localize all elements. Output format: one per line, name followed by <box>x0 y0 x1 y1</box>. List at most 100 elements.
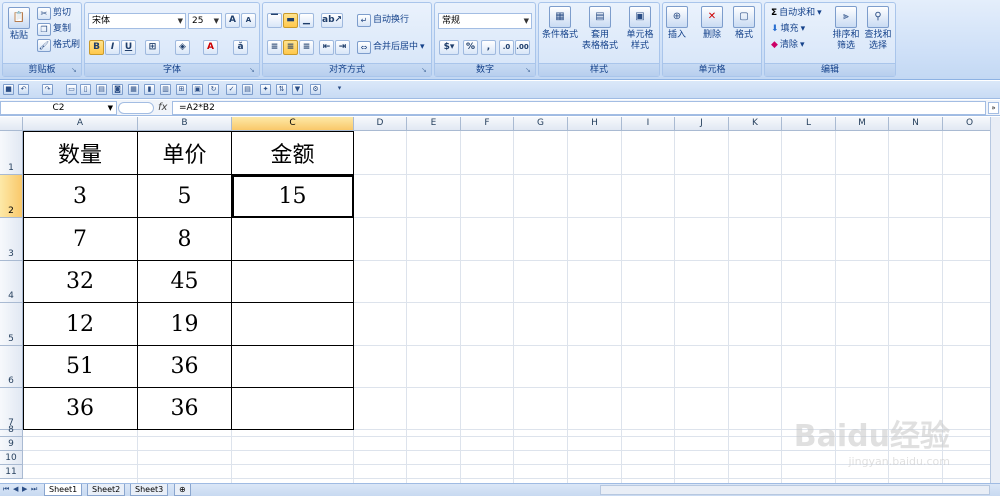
phonetic-button[interactable]: ǎ <box>233 40 248 55</box>
insert-sheet-icon[interactable]: ⊕ <box>174 484 191 496</box>
data-cell[interactable]: 3 <box>23 175 138 218</box>
image-icon[interactable]: ▣ <box>192 84 203 95</box>
data-cell[interactable]: 36 <box>138 388 232 430</box>
header-cell[interactable]: 数量 <box>23 131 138 175</box>
row-header-6[interactable]: 6 <box>0 346 23 388</box>
sort-icon[interactable]: ⇅ <box>276 84 287 95</box>
row-header-11[interactable]: 11 <box>0 465 23 479</box>
data-cell[interactable] <box>232 303 354 346</box>
formula-input[interactable]: =A2*B2 <box>172 101 986 115</box>
horizontal-scrollbar[interactable] <box>600 485 990 495</box>
customize-icon[interactable]: ▾ <box>334 84 345 95</box>
column-header-k[interactable]: K <box>729 117 782 131</box>
cut-button[interactable]: ✂ 剪切 <box>37 6 71 21</box>
row-header-9[interactable]: 9 <box>0 437 23 451</box>
data-cell[interactable]: 5 <box>138 175 232 218</box>
underline-button[interactable]: U <box>121 40 136 55</box>
align-bottom-icon[interactable]: ▁ <box>299 13 314 28</box>
open-icon[interactable]: ▤ <box>96 84 107 95</box>
align-middle-icon[interactable]: ▬ <box>283 13 298 28</box>
vertical-scrollbar[interactable] <box>990 117 1000 483</box>
column-header-f[interactable]: F <box>461 117 514 131</box>
row-header-8[interactable]: 8 <box>0 425 23 437</box>
format-as-table-button[interactable]: ▤ 套用 表格格式 <box>580 6 620 52</box>
fill-color-button[interactable]: ◈ <box>175 40 190 55</box>
sort-filter-button[interactable]: ⫸ 排序和 筛选 <box>829 6 863 52</box>
row-header-10[interactable]: 10 <box>0 451 23 465</box>
camera-icon[interactable]: ◙ <box>112 84 123 95</box>
select-all-corner[interactable] <box>0 117 23 131</box>
data-cell[interactable]: 19 <box>138 303 232 346</box>
row-header-3[interactable]: 3 <box>0 218 23 261</box>
border-button[interactable]: ⊞ <box>145 40 160 55</box>
align-top-icon[interactable]: ▔ <box>267 13 282 28</box>
clipboard-launcher-icon[interactable]: ↘ <box>71 66 79 74</box>
column-header-e[interactable]: E <box>407 117 461 131</box>
data-cell[interactable]: 45 <box>138 261 232 303</box>
data-cell[interactable]: 15 <box>232 175 354 218</box>
number-launcher-icon[interactable]: ↘ <box>525 66 533 74</box>
chart-icon[interactable]: ▮ <box>144 84 155 95</box>
bold-button[interactable]: B <box>89 40 104 55</box>
column-header-l[interactable]: L <box>782 117 836 131</box>
expand-formula-icon[interactable]: » <box>988 102 999 114</box>
format-button[interactable]: ▢ 格式 <box>727 6 761 41</box>
row-header-5[interactable]: 5 <box>0 303 23 346</box>
find-select-button[interactable]: ⚲ 查找和 选择 <box>861 6 895 52</box>
percent-button[interactable]: % <box>463 40 478 55</box>
grid-icon[interactable]: ⊞ <box>176 84 187 95</box>
increase-indent-icon[interactable]: ⇥ <box>335 40 350 55</box>
data-cell[interactable] <box>232 388 354 430</box>
column-header-n[interactable]: N <box>889 117 943 131</box>
columns-icon[interactable]: ▥ <box>160 84 171 95</box>
column-header-i[interactable]: I <box>622 117 675 131</box>
number-format-combo[interactable]: 常规 ▼ <box>438 13 532 29</box>
sheet-tab-3[interactable]: Sheet3 <box>130 484 169 496</box>
decrease-decimal-icon[interactable]: .00 <box>515 40 530 55</box>
data-cell[interactable]: 36 <box>23 388 138 430</box>
fx-icon[interactable]: fx <box>158 102 167 113</box>
font-color-button[interactable]: A <box>203 40 218 55</box>
sheet-icon[interactable]: ▤ <box>242 84 253 95</box>
undo-icon[interactable]: ↶ <box>18 84 29 95</box>
filter-icon[interactable]: ▼ <box>292 84 303 95</box>
row-header-7[interactable]: 7 <box>0 388 23 430</box>
increase-decimal-icon[interactable]: .0 <box>499 40 514 55</box>
column-header-d[interactable]: D <box>354 117 407 131</box>
column-header-h[interactable]: H <box>568 117 622 131</box>
currency-icon[interactable]: $▾ <box>439 40 459 55</box>
data-cell[interactable] <box>232 261 354 303</box>
data-cell[interactable]: 8 <box>138 218 232 261</box>
data-cell[interactable]: 51 <box>23 346 138 388</box>
shrink-font-button[interactable]: A <box>241 13 256 28</box>
column-header-j[interactable]: J <box>675 117 729 131</box>
sheet-tab-2[interactable]: Sheet2 <box>87 484 126 496</box>
save-icon[interactable]: ■ <box>3 84 14 95</box>
macro-icon[interactable]: ⚙ <box>310 84 321 95</box>
comma-button[interactable]: , <box>481 40 496 55</box>
column-header-a[interactable]: A <box>23 117 138 131</box>
font-name-combo[interactable]: 宋体 ▼ <box>88 13 186 29</box>
delete-button[interactable]: ✕ 删除 <box>695 6 729 41</box>
column-header-m[interactable]: M <box>836 117 889 131</box>
decrease-indent-icon[interactable]: ⇤ <box>319 40 334 55</box>
header-cell[interactable]: 金额 <box>232 131 354 175</box>
data-cell[interactable]: 7 <box>23 218 138 261</box>
prev-sheet-icon[interactable]: ◀ <box>13 485 18 493</box>
data-cell[interactable]: 32 <box>23 261 138 303</box>
align-right-icon[interactable]: ≡ <box>299 40 314 55</box>
clear-button[interactable]: ◆ 清除 ▾ <box>771 38 804 53</box>
header-cell[interactable]: 单价 <box>138 131 232 175</box>
wrap-text-button[interactable]: ↵ 自动换行 <box>357 13 409 28</box>
alignment-launcher-icon[interactable]: ↘ <box>421 66 429 74</box>
font-launcher-icon[interactable]: ↘ <box>249 66 257 74</box>
row-header-2[interactable]: 2 <box>0 175 23 218</box>
data-cell[interactable]: 12 <box>23 303 138 346</box>
column-header-g[interactable]: G <box>514 117 568 131</box>
print-preview-icon[interactable]: ▭ <box>66 84 77 95</box>
name-box[interactable]: C2 ▼ <box>0 101 117 115</box>
align-center-icon[interactable]: ≡ <box>283 40 298 55</box>
column-header-b[interactable]: B <box>138 117 232 131</box>
insert-button[interactable]: ⊕ 插入 <box>660 6 694 41</box>
table-icon[interactable]: ▦ <box>128 84 139 95</box>
